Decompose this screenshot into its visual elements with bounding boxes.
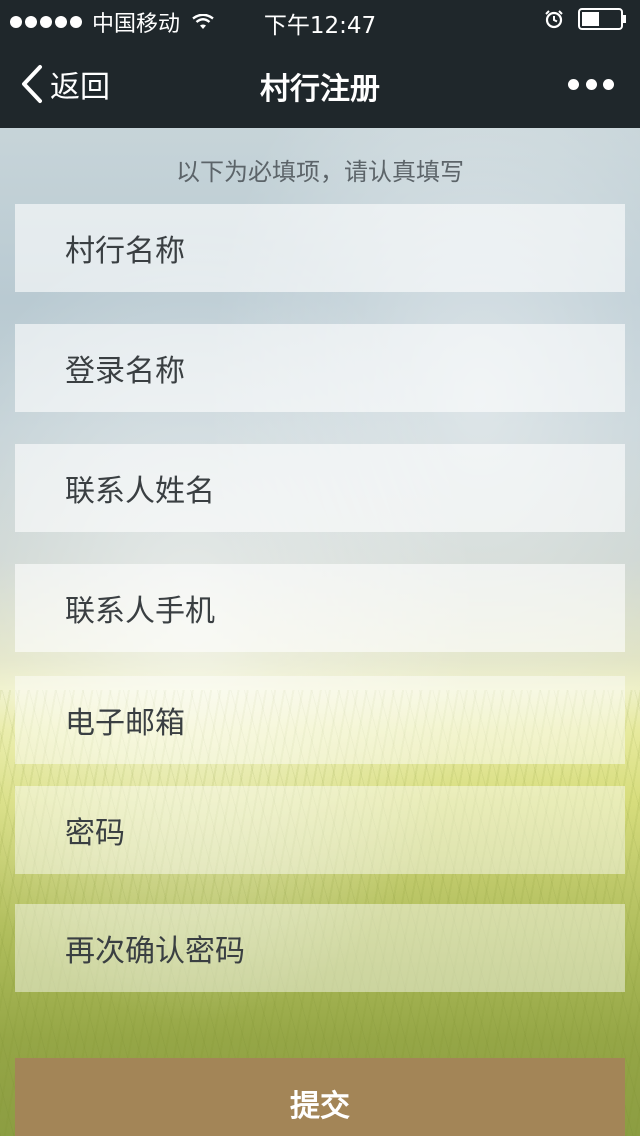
- confirm-password-input[interactable]: 再次确认密码: [15, 904, 625, 992]
- email-input[interactable]: 电子邮箱: [15, 676, 625, 764]
- village-name-input[interactable]: 村行名称: [15, 204, 625, 292]
- page-title: 村行注册: [260, 72, 380, 107]
- status-bar: 中国移动 下午12:47: [0, 0, 640, 40]
- nav-bar: 返回 村行注册: [0, 40, 640, 128]
- contact-name-input[interactable]: 联系人姓名: [15, 444, 625, 532]
- status-right: [544, 8, 628, 30]
- battery-icon: [578, 8, 626, 30]
- submit-button[interactable]: 提交: [15, 1058, 625, 1136]
- more-dots-icon[interactable]: [568, 74, 614, 94]
- registration-screen: 中国移动 下午12:47 返回 村行注册 以下为必填项，请认真填写 村行名称 登…: [0, 0, 640, 1136]
- password-input[interactable]: 密码: [15, 786, 625, 874]
- alarm-icon: [545, 10, 563, 29]
- login-name-input[interactable]: 登录名称: [15, 324, 625, 412]
- required-hint: 以下为必填项，请认真填写: [176, 158, 464, 186]
- contact-phone-input[interactable]: 联系人手机: [15, 564, 625, 652]
